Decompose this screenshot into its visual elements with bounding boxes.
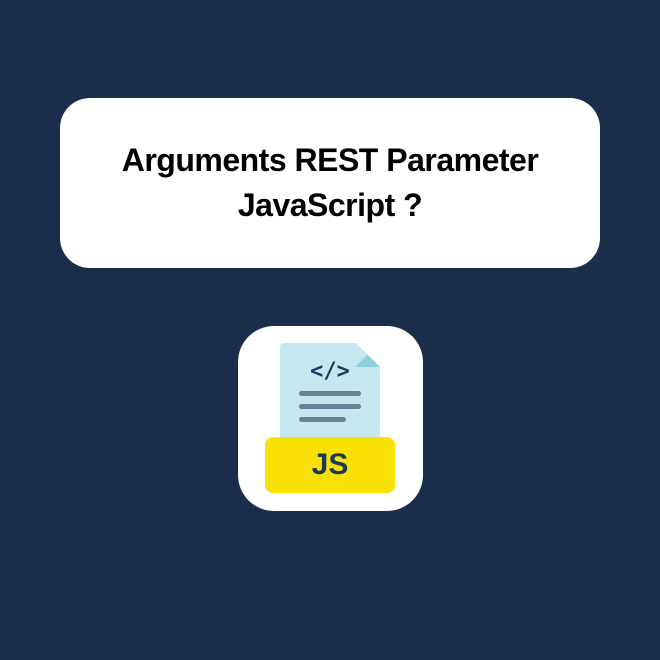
code-brackets-icon: </> bbox=[310, 359, 350, 384]
line-icon bbox=[299, 404, 361, 409]
line-icon bbox=[299, 417, 346, 422]
js-file-icon: </> JS bbox=[265, 343, 395, 493]
js-icon-card: </> JS bbox=[238, 326, 423, 511]
js-label-badge: JS bbox=[265, 437, 395, 493]
paper-fold bbox=[356, 343, 380, 367]
text-lines-icon bbox=[299, 391, 361, 430]
title-line-2: JavaScript ? bbox=[238, 187, 422, 223]
title-card: Arguments REST Parameter JavaScript ? bbox=[60, 98, 600, 268]
line-icon bbox=[299, 391, 361, 396]
title-text: Arguments REST Parameter JavaScript ? bbox=[90, 138, 570, 228]
js-label-text: JS bbox=[312, 448, 349, 482]
title-line-1: Arguments REST Parameter bbox=[122, 142, 539, 178]
